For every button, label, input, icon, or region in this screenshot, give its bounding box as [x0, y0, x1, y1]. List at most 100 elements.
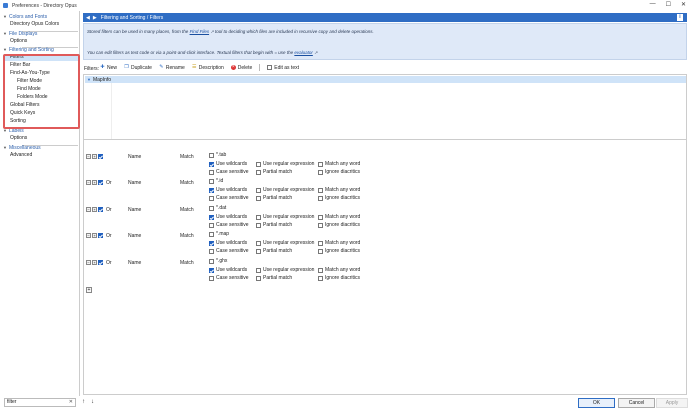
ignore-diacritics-checkbox[interactable]: [318, 222, 323, 228]
case-sensitive-checkbox[interactable]: [209, 169, 214, 175]
rule-pattern-field[interactable]: *.dat: [216, 205, 262, 212]
edit-as-text-box[interactable]: [267, 65, 273, 70]
list-item[interactable]: ▼ MapInfo: [85, 76, 686, 83]
partial-match-checkbox[interactable]: [256, 169, 261, 175]
use-regex-checkbox[interactable]: [256, 161, 261, 167]
rule-field[interactable]: Name: [128, 233, 141, 239]
remove-rule-button[interactable]: −: [86, 260, 91, 265]
use-regex-checkbox[interactable]: [256, 187, 261, 193]
rule-not-checkbox[interactable]: [209, 179, 214, 184]
rule-enabled-checkbox[interactable]: [98, 154, 103, 159]
match-any-word-checkbox[interactable]: [318, 161, 323, 167]
sidebar-item-advanced[interactable]: Advanced: [10, 152, 32, 159]
add-rule-button[interactable]: +: [86, 287, 92, 293]
remove-rule-button[interactable]: −: [86, 207, 91, 212]
sidebar-item-sorting[interactable]: Sorting: [10, 118, 26, 125]
ok-button[interactable]: OK: [578, 398, 615, 408]
add-subrule-button[interactable]: +: [92, 233, 97, 238]
rule-pattern-field[interactable]: *.id: [216, 178, 262, 185]
sidebar-item-filtering-and-sorting[interactable]: ▼ Filtering and Sorting: [3, 46, 54, 53]
sidebar-item-quick-keys[interactable]: Quick Keys: [10, 110, 35, 117]
rule-not-checkbox[interactable]: [209, 153, 214, 158]
add-subrule-button[interactable]: +: [92, 154, 97, 159]
sidebar-item-find-mode[interactable]: Find Mode: [17, 86, 41, 93]
remove-rule-button[interactable]: −: [86, 233, 91, 238]
rule-conjunction[interactable]: Or: [106, 233, 112, 239]
rule-pattern-field[interactable]: *.map: [216, 231, 262, 238]
remove-rule-button[interactable]: −: [86, 154, 91, 159]
use-regex-checkbox[interactable]: [256, 214, 261, 220]
partial-match-checkbox[interactable]: [256, 248, 261, 254]
use-regex-checkbox[interactable]: [256, 240, 261, 246]
partial-match-checkbox[interactable]: [256, 222, 261, 228]
use-wildcards-checkbox[interactable]: [209, 267, 214, 273]
duplicate-button[interactable]: ❐ Duplicate: [124, 65, 152, 71]
rule-not-checkbox[interactable]: [209, 259, 214, 264]
sidebar-item-labels[interactable]: ▼ Labels: [3, 127, 24, 134]
ignore-diacritics-checkbox[interactable]: [318, 169, 323, 175]
use-wildcards-checkbox[interactable]: [209, 187, 214, 193]
rename-button[interactable]: ✎ Rename: [159, 65, 185, 71]
rule-enabled-checkbox[interactable]: [98, 207, 103, 212]
rule-pattern-field[interactable]: *.ghx: [216, 258, 262, 265]
rule-field[interactable]: Name: [128, 207, 141, 213]
use-wildcards-checkbox[interactable]: [209, 240, 214, 246]
case-sensitive-checkbox[interactable]: [209, 195, 214, 201]
sidebar-item-file-displays[interactable]: ▼ File Displays: [3, 30, 37, 37]
sidebar-item-filter-mode[interactable]: Filter Mode: [17, 78, 42, 85]
rule-match-type[interactable]: Match: [180, 154, 194, 160]
info-icon[interactable]: i: [677, 14, 683, 21]
rule-enabled-checkbox[interactable]: [98, 233, 103, 238]
match-any-word-checkbox[interactable]: [318, 187, 323, 193]
rule-conjunction[interactable]: Or: [106, 207, 112, 213]
sidebar-item-options[interactable]: Options: [10, 135, 27, 142]
case-sensitive-checkbox[interactable]: [209, 222, 214, 228]
tree-search-input[interactable]: filter ✕: [4, 398, 76, 407]
rule-field[interactable]: Name: [128, 260, 141, 266]
use-regex-checkbox[interactable]: [256, 267, 261, 273]
arrow-down-icon[interactable]: ↓: [91, 399, 94, 405]
back-icon[interactable]: ◀: [86, 15, 90, 21]
rule-conjunction[interactable]: Or: [106, 260, 112, 266]
rule-not-checkbox[interactable]: [209, 232, 214, 237]
sidebar-item-miscellaneous[interactable]: ▼ Miscellaneous: [3, 144, 41, 151]
close-icon[interactable]: ✕: [681, 1, 686, 8]
match-any-word-checkbox[interactable]: [318, 240, 323, 246]
use-wildcards-checkbox[interactable]: [209, 161, 214, 167]
minimize-icon[interactable]: —: [650, 1, 656, 8]
sidebar-item-filter-bar[interactable]: Filter Bar: [10, 62, 30, 69]
case-sensitive-checkbox[interactable]: [209, 275, 214, 281]
sidebar-item-options[interactable]: Options: [10, 38, 27, 45]
cancel-button[interactable]: Cancel: [618, 398, 655, 408]
add-subrule-button[interactable]: +: [92, 260, 97, 265]
apply-button[interactable]: Apply: [656, 398, 688, 408]
forward-icon[interactable]: ▶: [93, 15, 97, 21]
sidebar-item-directory-opus-colors[interactable]: Directory Opus Colors: [10, 21, 59, 28]
sidebar-item-filters[interactable]: Filters: [4, 54, 79, 61]
clear-search-icon[interactable]: ✕: [69, 399, 73, 406]
rule-enabled-checkbox[interactable]: [98, 180, 103, 185]
rule-match-type[interactable]: Match: [180, 233, 194, 239]
find-files-link[interactable]: Find Files: [190, 29, 210, 34]
delete-button[interactable]: × Delete: [230, 65, 252, 71]
remove-rule-button[interactable]: −: [86, 180, 91, 185]
ignore-diacritics-checkbox[interactable]: [318, 195, 323, 201]
rule-pattern-field[interactable]: *.tab: [216, 152, 262, 159]
new-button[interactable]: ✚ New: [100, 65, 117, 71]
ignore-diacritics-checkbox[interactable]: [318, 248, 323, 254]
rule-field[interactable]: Name: [128, 154, 141, 160]
partial-match-checkbox[interactable]: [256, 275, 261, 281]
maximize-icon[interactable]: ☐: [666, 1, 671, 8]
partial-match-checkbox[interactable]: [256, 195, 261, 201]
match-any-word-checkbox[interactable]: [318, 267, 323, 273]
sidebar-item-colors-and-fonts[interactable]: ▼ Colors and Fonts: [3, 13, 47, 20]
sidebar-item-folders-mode[interactable]: Folders Mode: [17, 94, 48, 101]
rule-match-type[interactable]: Match: [180, 180, 194, 186]
rule-conjunction[interactable]: Or: [106, 180, 112, 186]
rule-not-checkbox[interactable]: [209, 206, 214, 211]
add-subrule-button[interactable]: +: [92, 180, 97, 185]
case-sensitive-checkbox[interactable]: [209, 248, 214, 254]
match-any-word-checkbox[interactable]: [318, 214, 323, 220]
edit-as-text-checkbox[interactable]: Edit as text: [267, 65, 299, 71]
ignore-diacritics-checkbox[interactable]: [318, 275, 323, 281]
